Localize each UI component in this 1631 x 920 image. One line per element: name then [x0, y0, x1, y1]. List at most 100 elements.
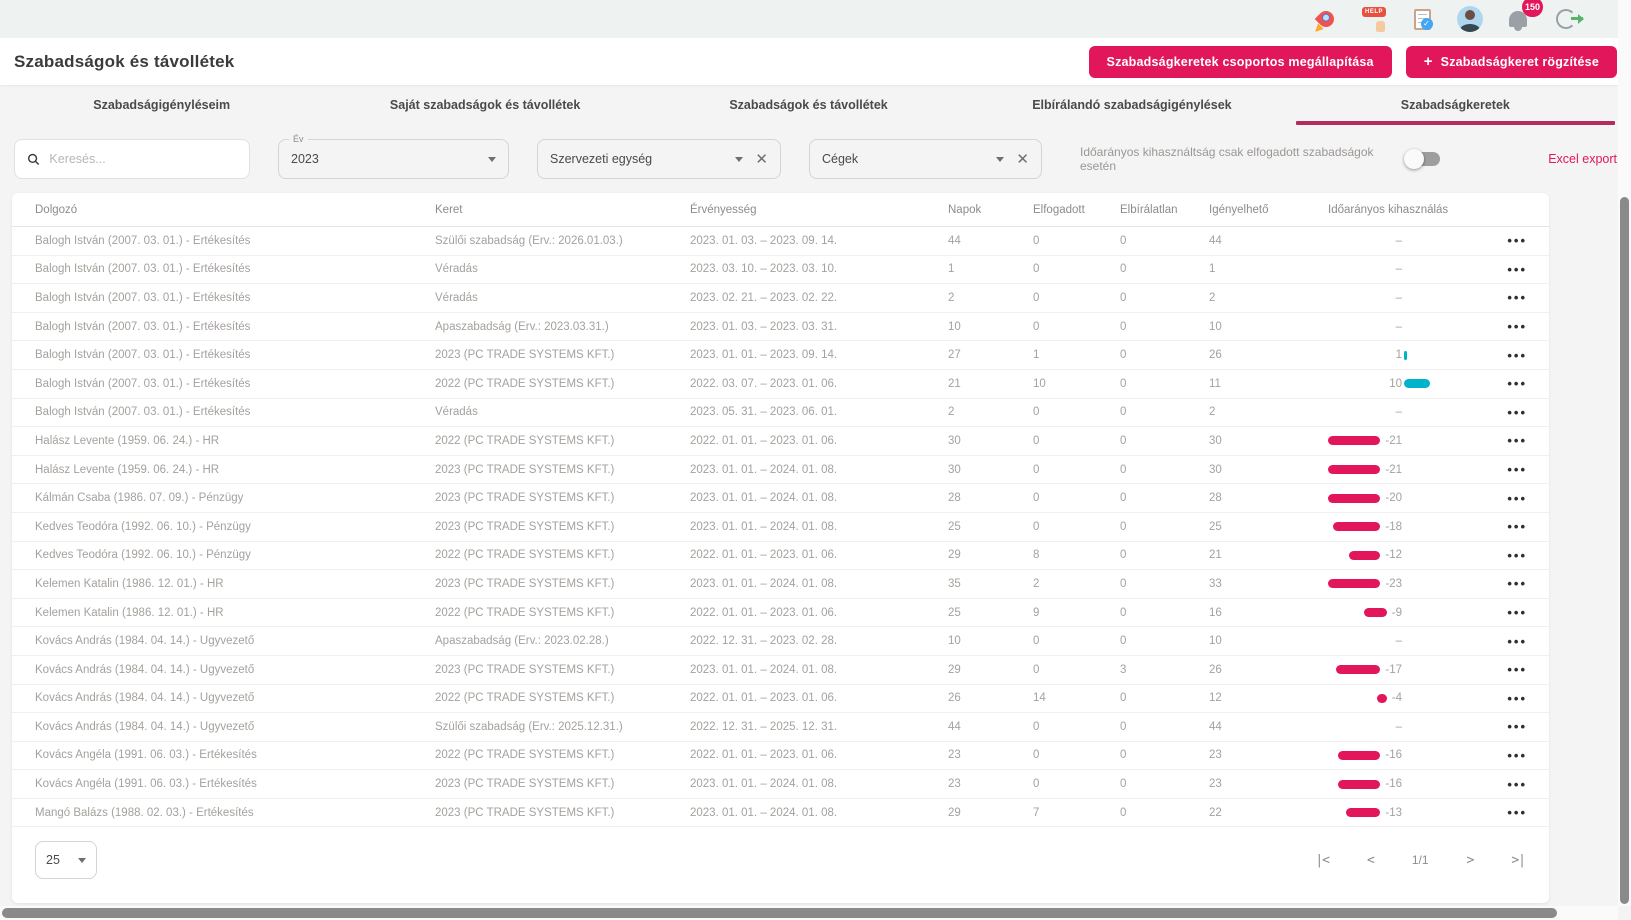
no-utilization-dash: – — [1396, 406, 1402, 418]
utilization-value: -21 — [1385, 435, 1402, 447]
excel-export-link[interactable]: Excel export — [1548, 152, 1617, 166]
table-row: Balogh István (2007. 03. 01.) - Értékesí… — [12, 256, 1549, 285]
vertical-scrollbar[interactable] — [1618, 0, 1631, 906]
companies-select[interactable]: Cégek ✕ — [809, 139, 1042, 179]
row-menu-button[interactable]: ••• — [1486, 691, 1539, 706]
col-napok: Napok — [948, 204, 1033, 216]
prorated-utilization-cell: – — [1328, 635, 1486, 647]
row-menu-button[interactable]: ••• — [1486, 605, 1539, 620]
tab-requests-to-approve[interactable]: Elbírálandó szabadságigénylések — [970, 85, 1293, 125]
tab-own-leaves[interactable]: Saját szabadságok és távollétek — [323, 85, 646, 125]
clear-icon[interactable]: ✕ — [1016, 152, 1029, 167]
horizontal-scrollbar-thumb[interactable] — [2, 908, 1557, 918]
chevron-down-icon — [996, 157, 1004, 162]
year-select[interactable]: Év 2023 — [278, 139, 509, 179]
prorated-utilization-cell: -9 — [1328, 607, 1486, 619]
prorated-utilization-cell: -4 — [1328, 692, 1486, 704]
chevron-down-icon — [488, 157, 496, 162]
row-menu-button[interactable]: ••• — [1486, 462, 1539, 477]
row-menu-button[interactable]: ••• — [1486, 348, 1539, 363]
search-box[interactable] — [14, 139, 250, 179]
row-menu-button[interactable]: ••• — [1486, 576, 1539, 591]
add-leave-quota-button[interactable]: + Szabadságkeret rögzítése — [1406, 46, 1617, 78]
table-row: Balogh István (2007. 03. 01.) - Értékesí… — [12, 341, 1549, 370]
pager-nav: |< < 1/1 > >| — [1315, 853, 1525, 868]
table-row: Halász Levente (1959. 06. 24.) - HR 2023… — [12, 456, 1549, 485]
group-allocation-button[interactable]: Szabadságkeretek csoportos megállapítása — [1089, 46, 1392, 78]
search-icon — [27, 152, 40, 167]
logout-icon[interactable] — [1553, 6, 1579, 32]
first-page-button[interactable]: |< — [1315, 853, 1329, 868]
help-icon[interactable]: HELP — [1361, 6, 1387, 32]
row-menu-button[interactable]: ••• — [1486, 433, 1539, 448]
table-row: Balogh István (2007. 03. 01.) - Értékesí… — [12, 399, 1549, 428]
page-size-select[interactable]: 25 — [35, 841, 97, 879]
row-menu-button[interactable]: ••• — [1486, 777, 1539, 792]
utilization-value: -17 — [1385, 664, 1402, 676]
table-row: Kovács András (1984. 04. 14.) - Ügyvezet… — [12, 627, 1549, 656]
utilization-value: -18 — [1385, 521, 1402, 533]
tasks-icon[interactable]: ✓ — [1409, 6, 1435, 32]
row-menu-button[interactable]: ••• — [1486, 662, 1539, 677]
prev-page-button[interactable]: < — [1367, 853, 1374, 868]
prorated-toggle-group: Időarányos kihasználtság csak elfogadott… — [1080, 145, 1440, 173]
row-menu-button[interactable]: ••• — [1486, 319, 1539, 334]
pagination-bar: 25 |< < 1/1 > >| — [12, 827, 1549, 897]
vertical-scrollbar-thumb[interactable] — [1620, 197, 1629, 904]
plus-icon: + — [1424, 57, 1433, 67]
utilization-value: -12 — [1385, 549, 1402, 561]
row-menu-button[interactable]: ••• — [1486, 491, 1539, 506]
utilization-value: -20 — [1385, 492, 1402, 504]
no-utilization-dash: – — [1396, 292, 1402, 304]
avatar[interactable] — [1457, 6, 1483, 32]
prorated-utilization-cell: – — [1328, 721, 1486, 733]
table-row: Mangó Balázs (1988. 02. 03.) - Értékesít… — [12, 799, 1549, 828]
row-menu-button[interactable]: ••• — [1486, 719, 1539, 734]
bell-icon[interactable]: 150 — [1505, 6, 1531, 32]
org-unit-select[interactable]: Szervezeti egység ✕ — [537, 139, 781, 179]
prorated-utilization-cell: -16 — [1328, 778, 1486, 790]
row-menu-button[interactable]: ••• — [1486, 805, 1539, 820]
row-menu-button[interactable]: ••• — [1486, 548, 1539, 563]
prorated-toggle[interactable] — [1406, 152, 1440, 166]
horizontal-scrollbar[interactable] — [0, 906, 1618, 920]
search-input[interactable] — [49, 152, 237, 166]
prorated-utilization-cell: -16 — [1328, 749, 1486, 761]
last-page-button[interactable]: >| — [1511, 853, 1525, 868]
row-menu-button[interactable]: ••• — [1486, 405, 1539, 420]
prorated-utilization-cell: -13 — [1328, 807, 1486, 819]
tab-my-leave-requests[interactable]: Szabadságigényléseim — [0, 85, 323, 125]
col-elfogadott: Elfogadott — [1033, 204, 1120, 216]
row-menu-button[interactable]: ••• — [1486, 748, 1539, 763]
tab-leaves-absences[interactable]: Szabadságok és távollétek — [647, 85, 970, 125]
row-menu-button[interactable]: ••• — [1486, 376, 1539, 391]
prorated-utilization-cell: – — [1328, 406, 1486, 418]
table-row: Kovács Angéla (1991. 06. 03.) - Értékesí… — [12, 742, 1549, 771]
row-menu-button[interactable]: ••• — [1486, 290, 1539, 305]
col-ervenyesseg: Érvényesség — [690, 204, 948, 216]
clear-icon[interactable]: ✕ — [755, 152, 768, 167]
table-row: Kelemen Katalin (1986. 12. 01.) - HR 202… — [12, 599, 1549, 628]
utilization-bar-positive — [1404, 379, 1430, 388]
utilization-value: -9 — [1392, 607, 1402, 619]
row-menu-button[interactable]: ••• — [1486, 262, 1539, 277]
prorated-utilization-cell: -17 — [1328, 664, 1486, 676]
utilization-bar-negative — [1377, 694, 1387, 703]
col-elbiralatlan: Elbírálatlan — [1120, 204, 1209, 216]
table-row: Balogh István (2007. 03. 01.) - Értékesí… — [12, 370, 1549, 399]
table-row: Halász Levente (1959. 06. 24.) - HR 2022… — [12, 427, 1549, 456]
row-menu-button[interactable]: ••• — [1486, 634, 1539, 649]
row-menu-button[interactable]: ••• — [1486, 519, 1539, 534]
rocket-icon[interactable] — [1313, 6, 1339, 32]
table-row: Kelemen Katalin (1986. 12. 01.) - HR 202… — [12, 570, 1549, 599]
table-row: Kovács András (1984. 04. 14.) - Ügyvezet… — [12, 685, 1549, 714]
table-row: Kovács András (1984. 04. 14.) - Ügyvezet… — [12, 656, 1549, 685]
header-actions: Szabadságkeretek csoportos megállapítása… — [1089, 46, 1617, 78]
tab-leave-quotas[interactable]: Szabadságkeretek — [1294, 85, 1617, 125]
row-menu-button[interactable]: ••• — [1486, 233, 1539, 248]
tab-bar: Szabadságigényléseim Saját szabadságok é… — [0, 85, 1631, 125]
prorated-utilization-cell: -18 — [1328, 521, 1486, 533]
prorated-utilization-cell: – — [1328, 263, 1486, 275]
next-page-button[interactable]: > — [1467, 853, 1474, 868]
col-dolgozo: Dolgozó — [35, 204, 435, 216]
